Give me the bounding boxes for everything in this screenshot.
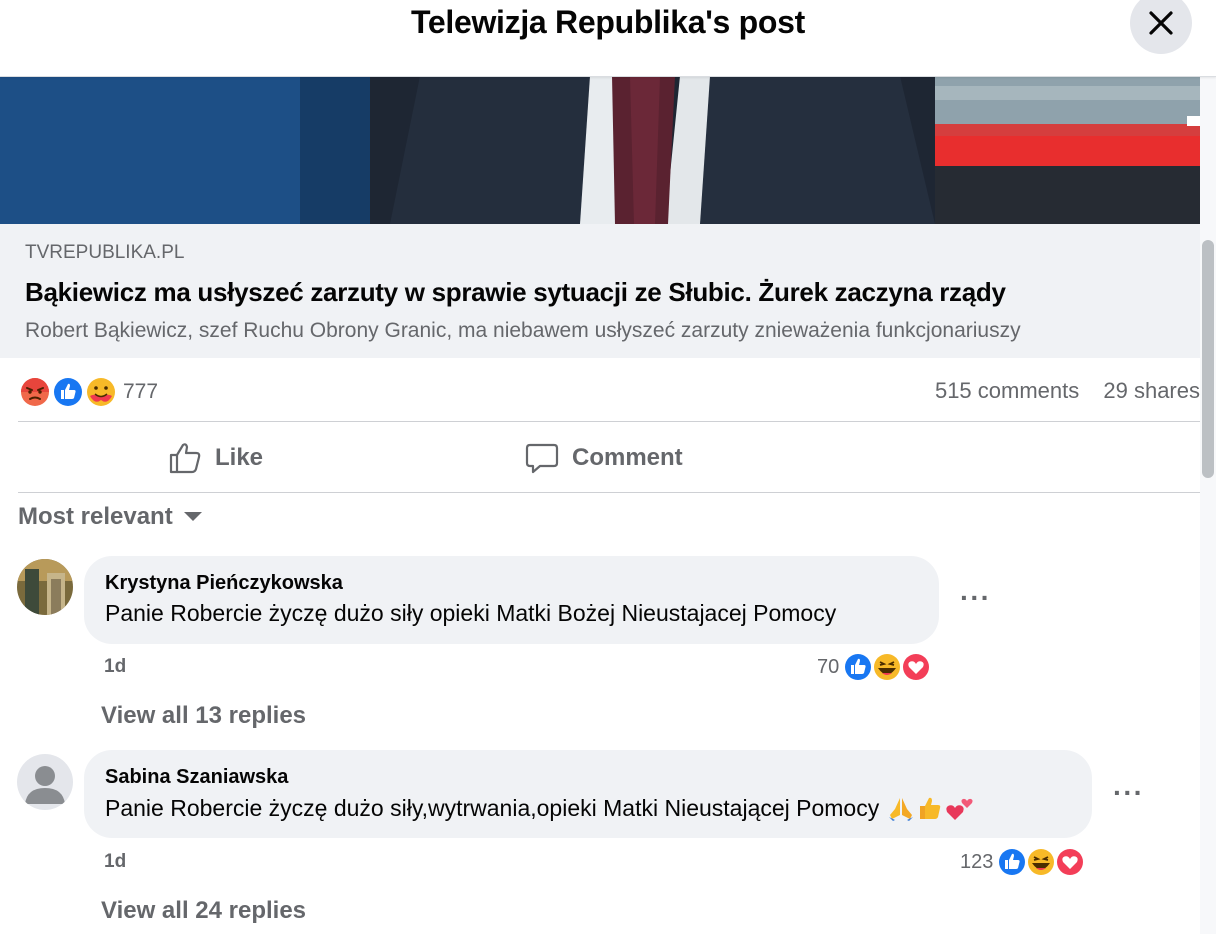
comment-options-button[interactable]: ··· <box>1113 777 1144 809</box>
comment-bubble: Krystyna Pieńczykowska Panie Robercie ży… <box>84 556 939 644</box>
post-stats-row: 777 515 comments 29 shares <box>18 375 1200 409</box>
view-replies-link[interactable]: View all 13 replies <box>101 702 306 730</box>
avatar[interactable] <box>17 559 73 615</box>
like-label: Like <box>215 444 264 471</box>
comment-reaction-icons <box>843 652 932 682</box>
two-hearts-emoji <box>946 798 973 820</box>
comment-label: Comment <box>572 444 683 471</box>
comment-bubble: Sabina Szaniawska Panie Robercie życzę d… <box>84 750 1092 838</box>
comment-text: Panie Robercie życzę dużo siły opieki Ma… <box>105 600 837 626</box>
comment-timestamp[interactable]: 1d <box>104 656 126 678</box>
comment-button[interactable]: Comment <box>524 436 683 480</box>
close-button[interactable] <box>1130 0 1192 54</box>
haha-reaction-icon <box>1026 847 1057 877</box>
link-preview-image[interactable] <box>0 76 1200 224</box>
like-reaction-icon <box>997 847 1028 877</box>
care-reaction-icon <box>85 376 117 408</box>
view-replies-link[interactable]: View all 24 replies <box>101 897 306 925</box>
like-reaction-icon <box>52 376 84 408</box>
link-description: Robert Bąkiewicz, szef Ruchu Obrony Gran… <box>25 319 1021 342</box>
comment-reaction-count: 70 <box>817 655 840 678</box>
comment-reaction-count: 123 <box>960 850 994 873</box>
link-title[interactable]: Bąkiewicz ma usłyszeć zarzuty w sprawie … <box>25 277 1006 308</box>
caret-down-icon <box>183 512 202 521</box>
comment-reactions[interactable]: 70 <box>817 651 932 683</box>
post-dialog-header: Telewizja Republika's post <box>0 0 1216 77</box>
comment-timestamp[interactable]: 1d <box>104 851 126 873</box>
comment-sort-dropdown[interactable]: Most relevant <box>18 503 203 531</box>
close-icon <box>1149 11 1173 35</box>
angry-reaction-icon <box>19 376 51 408</box>
comment-reactions[interactable]: 123 <box>960 846 1086 878</box>
love-reaction-icon <box>901 652 932 682</box>
link-domain: TVREPUBLIKA.PL <box>25 242 185 263</box>
like-reaction-icon <box>843 652 874 682</box>
comment-author[interactable]: Sabina Szaniawska <box>105 766 288 789</box>
thumbs-up-emoji <box>920 797 941 819</box>
love-reaction-icon <box>1055 847 1086 877</box>
comment-options-button[interactable]: ··· <box>960 582 991 614</box>
haha-reaction-icon <box>872 652 903 682</box>
shares-count[interactable]: 29 shares <box>1103 378 1200 403</box>
divider <box>18 492 1200 493</box>
comment-text-row: Panie Robercie życzę dużo siły,wytrwania… <box>105 794 975 822</box>
comment-text: Panie Robercie życzę dużo siły,wytrwania… <box>105 794 880 821</box>
comment-reaction-icons <box>997 847 1086 877</box>
comments-count[interactable]: 515 comments <box>935 378 1079 403</box>
folded-hands-emoji <box>889 798 914 821</box>
like-button[interactable]: Like <box>167 436 263 480</box>
reaction-count[interactable]: 777 <box>123 380 158 404</box>
link-preview-card[interactable]: TVREPUBLIKA.PL Bąkiewicz ma usłyszeć zar… <box>0 224 1200 358</box>
comment-icon <box>525 443 559 474</box>
scrollbar-track[interactable] <box>1200 76 1216 934</box>
post-stats: 515 comments 29 shares <box>917 378 1200 404</box>
dialog-title: Telewizja Republika's post <box>411 4 805 40</box>
divider <box>18 421 1200 422</box>
avatar[interactable] <box>17 754 73 810</box>
sort-label: Most relevant <box>18 503 173 530</box>
like-icon <box>169 443 201 474</box>
comment-author[interactable]: Krystyna Pieńczykowska <box>105 572 343 595</box>
scrollbar-thumb[interactable] <box>1202 240 1214 478</box>
